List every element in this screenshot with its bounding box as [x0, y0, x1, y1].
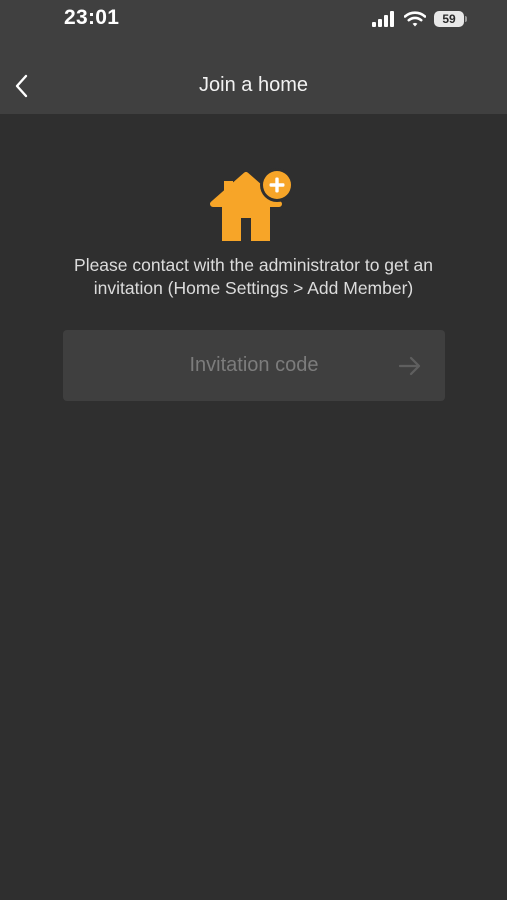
- status-time: 23:01: [64, 6, 120, 29]
- page-title: Join a home: [199, 74, 308, 96]
- home-add-icon: [210, 168, 294, 241]
- invitation-code-input[interactable]: [63, 330, 445, 401]
- instruction-line-1: Please contact with the administrator to…: [74, 255, 433, 275]
- status-icons: 59: [372, 8, 467, 30]
- battery-tip: [465, 16, 467, 22]
- signal-icon: [372, 11, 394, 27]
- battery-icon: 59: [434, 11, 467, 27]
- wifi-icon: [404, 11, 426, 27]
- instruction-line-2: invitation (Home Settings > Add Member): [93, 278, 414, 298]
- status-bar: 23:01 59: [0, 0, 507, 44]
- top-area: 23:01 59 Join a home: [0, 0, 507, 114]
- invitation-code-field: [63, 330, 445, 401]
- arrow-right-icon[interactable]: [397, 353, 423, 379]
- main-content: Please contact with the administrator to…: [0, 114, 507, 900]
- instruction-text: Please contact with the administrator to…: [20, 254, 487, 300]
- nav-bar: Join a home: [0, 62, 507, 110]
- battery-level: 59: [434, 11, 464, 27]
